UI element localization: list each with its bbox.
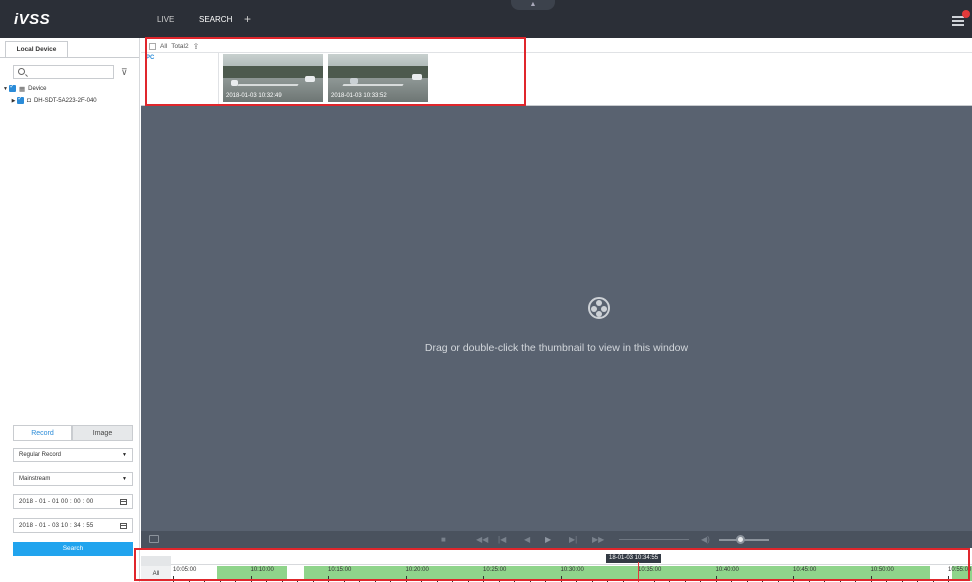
chevron-down-icon: ▼	[122, 452, 127, 458]
volume-icon[interactable]: ◀)	[701, 535, 710, 544]
result-thumbnail[interactable]: 2018-01-03 10:32:49	[223, 54, 323, 102]
tab-record[interactable]: Record	[13, 425, 72, 441]
timeline-tick	[793, 576, 794, 582]
timeline-tick	[173, 576, 174, 582]
record-type-select[interactable]: Regular Record ▼	[13, 448, 133, 462]
results-divider	[141, 52, 972, 53]
camera-icon: ◘	[27, 97, 31, 104]
select-all-label: All	[160, 42, 168, 50]
caret-right-icon[interactable]: ▶	[10, 98, 17, 104]
record-segment	[304, 566, 930, 581]
add-tab-button[interactable]: +	[244, 12, 251, 26]
tree-child-camera[interactable]: ▶ ◘ DH-SDT-5A223-2F-040	[10, 95, 97, 106]
notification-badge	[962, 10, 970, 18]
timeline-all-label[interactable]: All	[141, 566, 171, 582]
record-type-value: Regular Record	[19, 452, 62, 458]
total-count: Total2	[171, 42, 189, 50]
current-time-label: 18-01-03 10:34:55	[606, 554, 662, 563]
tab-divider	[0, 57, 139, 58]
timeline-tick	[560, 576, 562, 582]
thumbnail-timestamp: 2018-01-03 10:33:52	[331, 93, 387, 99]
tab-local-device[interactable]: Local Device	[5, 41, 68, 57]
result-thumbnail[interactable]: 2018-01-03 10:33:52	[328, 54, 428, 102]
tab-search[interactable]: SEARCH	[199, 15, 232, 24]
start-time-value: 2018 - 01 - 01 00 : 00 : 00	[19, 499, 94, 505]
tab-image[interactable]: Image	[72, 425, 133, 441]
timeline-tick	[250, 576, 252, 582]
timeline-time-label: 10:10:00	[250, 567, 274, 573]
next-frame-icon[interactable]: ▶|	[569, 535, 577, 544]
thumbnail-timestamp: 2018-01-03 10:32:49	[226, 93, 282, 99]
top-bar: iVSS LIVE SEARCH + ▲	[0, 0, 972, 38]
calendar-icon[interactable]	[120, 523, 127, 529]
tab-live[interactable]: LIVE	[157, 15, 174, 24]
rewind-icon[interactable]: ◀◀	[476, 535, 488, 544]
timeline-track[interactable]: 10:05:00 10:10:00 10:15:00 10:20:00 10:25:00…	[171, 564, 972, 582]
timeline-time-label: 10:35:00	[638, 567, 662, 573]
timeline-time-label: 10:55:00	[948, 567, 972, 573]
volume-knob[interactable]	[736, 535, 745, 544]
export-icon[interactable]: ⇪	[193, 42, 200, 51]
timeline-time-label: 10:50:00	[870, 567, 894, 573]
select-all-checkbox[interactable]	[149, 42, 156, 50]
timeline-header	[141, 556, 171, 566]
timeline-time-label: 10:15:00	[328, 567, 352, 573]
timeline-time-label: 10:20:00	[405, 567, 429, 573]
select-all-row: All Total2 ⇪	[149, 40, 199, 52]
channel-label: PC	[146, 55, 155, 61]
timeline-cursor[interactable]	[638, 562, 639, 582]
timeline-time-label: 10:30:00	[560, 567, 584, 573]
chevron-down-icon: ▼	[122, 476, 127, 482]
video-hint: Drag or double-click the thumbnail to vi…	[424, 342, 689, 354]
previous-frame-icon[interactable]: |◀	[498, 535, 506, 544]
play-icon[interactable]: ▶	[545, 535, 551, 544]
timeline-tick	[483, 576, 484, 582]
camera-checkbox[interactable]	[17, 95, 24, 104]
app-logo: iVSS	[14, 11, 50, 28]
video-window[interactable]: Drag or double-click the thumbnail to vi…	[141, 106, 972, 531]
device-search-input[interactable]	[13, 65, 114, 79]
timeline-time-label: 10:05:00	[173, 567, 197, 573]
stream-value: Mainstream	[19, 476, 51, 482]
device-group-icon: ▦	[19, 85, 26, 93]
filter-icon[interactable]: ⊽	[121, 67, 128, 78]
timeline-time-label: 10:40:00	[715, 567, 739, 573]
playback-controls: ■ ◀◀ |◀ ◀ ▶ ▶| ▶▶ ◀)	[141, 531, 972, 548]
stream-select[interactable]: Mainstream ▼	[13, 472, 133, 486]
start-time-field[interactable]: 2018 - 01 - 01 00 : 00 : 00	[13, 494, 133, 509]
fast-forward-icon[interactable]: ▶▶	[592, 535, 604, 544]
film-reel-icon	[588, 297, 610, 319]
search-button[interactable]: Search	[13, 542, 133, 556]
timeline-tick	[715, 576, 717, 582]
end-time-value: 2018 - 01 - 03 10 : 34 : 55	[19, 523, 94, 529]
calendar-icon[interactable]	[120, 499, 127, 505]
stop-icon[interactable]: ■	[441, 535, 446, 544]
snapshot-icon[interactable]	[149, 535, 159, 543]
timeline-time-label: 10:25:00	[483, 567, 507, 573]
timeline-tick	[948, 576, 949, 582]
search-icon	[18, 68, 25, 75]
speed-slider[interactable]	[619, 539, 689, 540]
search-results: All Total2 ⇪ PC 2018-01-03 10:32:49 2018…	[141, 38, 972, 106]
channel-divider	[218, 53, 219, 105]
device-checkbox[interactable]	[9, 83, 16, 92]
reverse-play-icon[interactable]: ◀	[524, 535, 530, 544]
logo-text: iVSS	[14, 11, 51, 28]
timeline-tick	[870, 576, 872, 582]
menu-icon[interactable]	[952, 16, 964, 26]
collapse-handle[interactable]: ▲	[511, 0, 555, 10]
timeline[interactable]: All 10:05:00 10:10:00 10:15:00 10:20:00 10:2…	[141, 548, 972, 582]
timeline-tick	[405, 576, 407, 582]
tree-root-label: Device	[28, 85, 47, 92]
caret-down-icon[interactable]: ▼	[2, 86, 9, 92]
tree-child-label: DH-SDT-5A223-2F-040	[33, 97, 97, 104]
timeline-time-label: 10:45:00	[793, 567, 817, 573]
left-panel: Local Device ⊽ ▼ ▦ Device ▶ ◘ DH-SDT-5A2…	[0, 38, 140, 582]
timeline-tick	[328, 576, 329, 582]
tree-root-device[interactable]: ▼ ▦ Device	[2, 83, 47, 94]
end-time-field[interactable]: 2018 - 01 - 03 10 : 34 : 55	[13, 518, 133, 533]
